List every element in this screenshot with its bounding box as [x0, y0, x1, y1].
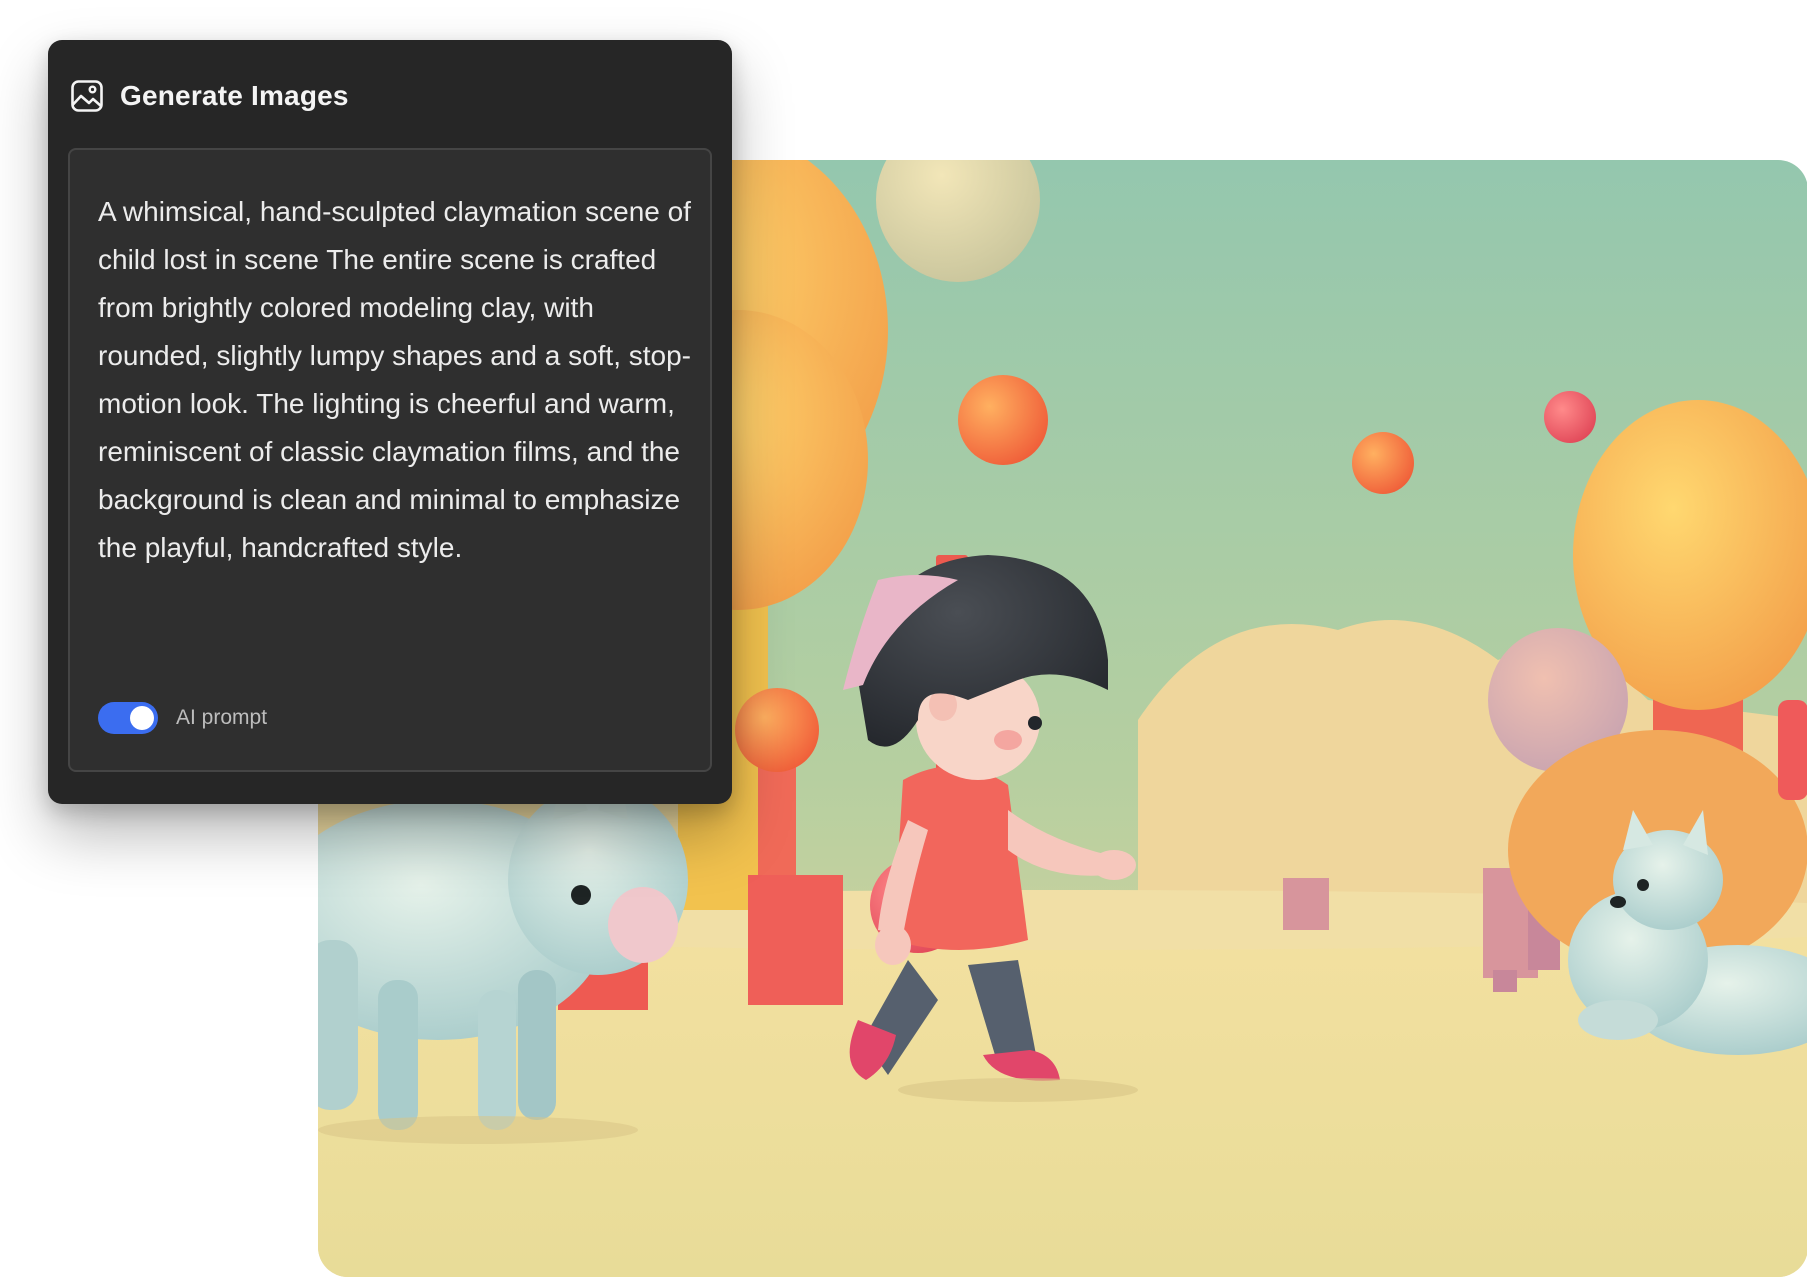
ai-prompt-label: AI prompt	[176, 706, 268, 729]
image-icon	[70, 79, 104, 113]
prompt-input[interactable]: A whimsical, hand-sculpted claymation sc…	[68, 148, 712, 772]
prompt-text[interactable]: A whimsical, hand-sculpted claymation sc…	[98, 188, 698, 572]
generate-images-panel: Generate Images A whimsical, hand-sculpt…	[48, 40, 732, 804]
panel-header: Generate Images	[70, 76, 349, 116]
toggle-knob	[130, 706, 154, 730]
ai-prompt-toggle-row: AI prompt	[98, 702, 267, 734]
ai-prompt-toggle[interactable]	[98, 702, 158, 734]
panel-title: Generate Images	[120, 80, 349, 111]
